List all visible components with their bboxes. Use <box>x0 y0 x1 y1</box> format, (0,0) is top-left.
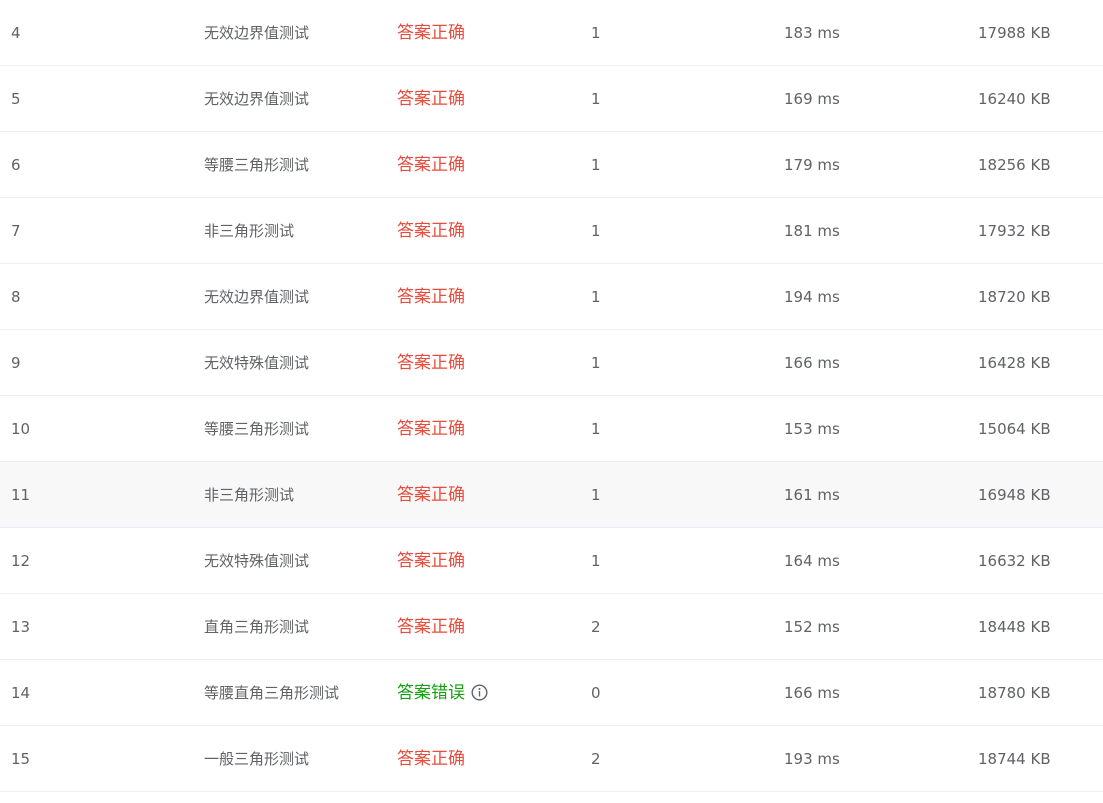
test-case-id: 12 <box>11 552 31 570</box>
score-cell: 1 <box>591 24 601 42</box>
result-cell: 答案正确 <box>397 726 465 792</box>
time-cell: 153 ms <box>784 420 840 438</box>
status-badge: 答案正确 <box>397 749 465 769</box>
test-case-name: 无效特殊值测试 <box>204 552 310 570</box>
score-cell: 1 <box>591 156 601 174</box>
status-badge: 答案正确 <box>397 23 465 43</box>
test-case-name: 非三角形测试 <box>204 486 295 504</box>
result-cell: 答案正确 <box>397 198 465 264</box>
status-badge: 答案错误 <box>397 683 465 703</box>
table-row[interactable]: 5 无效边界值测试 答案正确 1 169 ms 16240 KB <box>0 66 1103 132</box>
memory-cell: 18720 KB <box>978 288 1051 306</box>
result-cell: 答案错误 <box>397 660 488 726</box>
score-cell: 1 <box>591 552 601 570</box>
result-cell: 答案正确 <box>397 528 465 594</box>
score-cell: 1 <box>591 420 601 438</box>
table-row[interactable]: 12 无效特殊值测试 答案正确 1 164 ms 16632 KB <box>0 528 1103 594</box>
test-case-id: 8 <box>11 288 21 306</box>
test-results-table: 4 无效边界值测试 答案正确 1 183 ms 17988 KB 5 无效边界值测试 答案正确 1… <box>0 0 1103 792</box>
table-row[interactable]: 4 无效边界值测试 答案正确 1 183 ms 17988 KB <box>0 0 1103 66</box>
memory-cell: 18256 KB <box>978 156 1051 174</box>
test-case-id: 10 <box>11 420 31 438</box>
result-cell: 答案正确 <box>397 396 465 462</box>
score-cell: 1 <box>591 90 601 108</box>
table-row[interactable]: 9 无效特殊值测试 答案正确 1 166 ms 16428 KB <box>0 330 1103 396</box>
test-case-name: 一般三角形测试 <box>204 750 310 768</box>
score-cell: 1 <box>591 486 601 504</box>
test-case-id: 13 <box>11 618 31 636</box>
result-cell: 答案正确 <box>397 132 465 198</box>
status-badge: 答案正确 <box>397 353 465 373</box>
result-cell: 答案正确 <box>397 0 465 66</box>
test-case-name: 等腰三角形测试 <box>204 420 310 438</box>
test-case-id: 7 <box>11 222 21 240</box>
table-row[interactable]: 11 非三角形测试 答案正确 1 161 ms 16948 KB <box>0 462 1103 528</box>
table-row[interactable]: 7 非三角形测试 答案正确 1 181 ms 17932 KB <box>0 198 1103 264</box>
time-cell: 152 ms <box>784 618 840 636</box>
memory-cell: 17988 KB <box>978 24 1051 42</box>
time-cell: 193 ms <box>784 750 840 768</box>
score-cell: 2 <box>591 618 601 636</box>
table-row[interactable]: 6 等腰三角形测试 答案正确 1 179 ms 18256 KB <box>0 132 1103 198</box>
test-case-name: 等腰三角形测试 <box>204 156 310 174</box>
time-cell: 166 ms <box>784 684 840 702</box>
test-case-id: 11 <box>11 486 31 504</box>
memory-cell: 15064 KB <box>978 420 1051 438</box>
time-cell: 181 ms <box>784 222 840 240</box>
memory-cell: 16240 KB <box>978 90 1051 108</box>
test-case-name: 等腰直角三角形测试 <box>204 684 340 702</box>
memory-cell: 18448 KB <box>978 618 1051 636</box>
table-row[interactable]: 15 一般三角形测试 答案正确 2 193 ms 18744 KB <box>0 726 1103 792</box>
result-cell: 答案正确 <box>397 462 465 528</box>
result-cell: 答案正确 <box>397 66 465 132</box>
status-badge: 答案正确 <box>397 551 465 571</box>
time-cell: 166 ms <box>784 354 840 372</box>
status-badge: 答案正确 <box>397 617 465 637</box>
score-cell: 1 <box>591 354 601 372</box>
test-case-name: 无效特殊值测试 <box>204 354 310 372</box>
memory-cell: 16428 KB <box>978 354 1051 372</box>
score-cell: 2 <box>591 750 601 768</box>
time-cell: 164 ms <box>784 552 840 570</box>
memory-cell: 17932 KB <box>978 222 1051 240</box>
memory-cell: 16948 KB <box>978 486 1051 504</box>
result-cell: 答案正确 <box>397 330 465 396</box>
test-case-name: 无效边界值测试 <box>204 288 310 306</box>
test-case-id: 14 <box>11 684 31 702</box>
table-row[interactable]: 8 无效边界值测试 答案正确 1 194 ms 18720 KB <box>0 264 1103 330</box>
test-case-name: 无效边界值测试 <box>204 24 310 42</box>
info-icon[interactable] <box>471 663 488 701</box>
time-cell: 161 ms <box>784 486 840 504</box>
status-badge: 答案正确 <box>397 89 465 109</box>
test-case-id: 4 <box>11 24 21 42</box>
result-cell: 答案正确 <box>397 264 465 330</box>
score-cell: 1 <box>591 222 601 240</box>
memory-cell: 16632 KB <box>978 552 1051 570</box>
table-row[interactable]: 14 等腰直角三角形测试 答案错误 0 166 ms 18780 KB <box>0 660 1103 726</box>
test-case-id: 9 <box>11 354 21 372</box>
score-cell: 1 <box>591 288 601 306</box>
time-cell: 169 ms <box>784 90 840 108</box>
test-case-name: 非三角形测试 <box>204 222 295 240</box>
test-case-id: 15 <box>11 750 31 768</box>
table-row[interactable]: 13 直角三角形测试 答案正确 2 152 ms 18448 KB <box>0 594 1103 660</box>
memory-cell: 18780 KB <box>978 684 1051 702</box>
status-badge: 答案正确 <box>397 419 465 439</box>
memory-cell: 18744 KB <box>978 750 1051 768</box>
time-cell: 194 ms <box>784 288 840 306</box>
time-cell: 179 ms <box>784 156 840 174</box>
status-badge: 答案正确 <box>397 287 465 307</box>
score-cell: 0 <box>591 684 601 702</box>
time-cell: 183 ms <box>784 24 840 42</box>
test-case-name: 直角三角形测试 <box>204 618 310 636</box>
status-badge: 答案正确 <box>397 221 465 241</box>
table-row[interactable]: 10 等腰三角形测试 答案正确 1 153 ms 15064 KB <box>0 396 1103 462</box>
status-badge: 答案正确 <box>397 485 465 505</box>
test-case-name: 无效边界值测试 <box>204 90 310 108</box>
status-badge: 答案正确 <box>397 155 465 175</box>
test-case-id: 6 <box>11 156 21 174</box>
result-cell: 答案正确 <box>397 594 465 660</box>
test-case-id: 5 <box>11 90 21 108</box>
